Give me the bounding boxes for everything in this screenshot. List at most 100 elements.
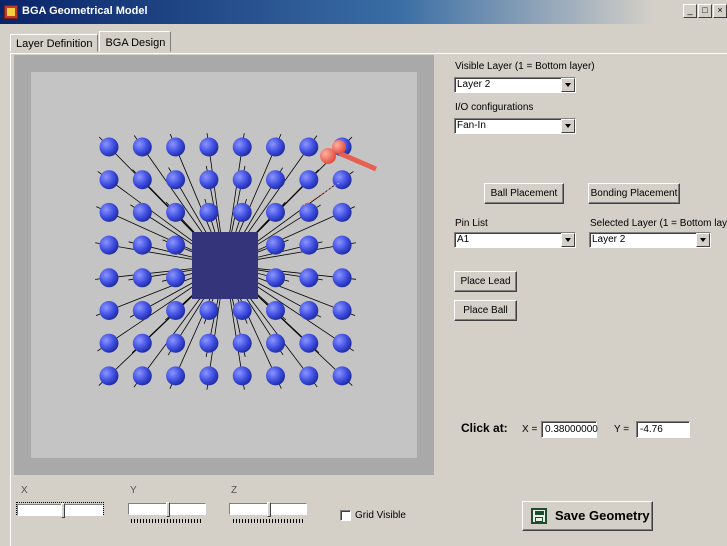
solder-ball[interactable] [199, 170, 219, 190]
y-slider-label: Y [130, 485, 137, 496]
click-y-label: Y = [614, 424, 630, 435]
solder-ball[interactable] [166, 301, 186, 320]
place-ball-button[interactable]: Place Ball [454, 300, 517, 321]
solder-ball[interactable] [99, 137, 119, 157]
solder-ball[interactable] [166, 202, 186, 222]
window-title: BGA Geometrical Model [22, 5, 148, 17]
solder-ball[interactable] [166, 333, 186, 353]
tab-strip: Layer Definition BGA Design [10, 31, 172, 53]
minimize-button[interactable]: _ [683, 4, 697, 18]
io-config-value: Fan-In [457, 120, 486, 131]
3d-viewport[interactable] [14, 55, 434, 475]
solder-ball[interactable] [332, 202, 352, 222]
tab-bga-design[interactable]: BGA Design [99, 31, 172, 52]
chevron-down-icon[interactable] [696, 233, 710, 247]
solder-ball[interactable] [266, 301, 285, 320]
solder-ball[interactable] [299, 235, 319, 255]
solder-ball[interactable] [266, 268, 285, 288]
x-slider[interactable] [16, 502, 104, 518]
visible-layer-select[interactable]: Layer 2 [454, 77, 576, 93]
solder-ball[interactable] [299, 170, 319, 190]
z-slider[interactable] [229, 502, 307, 517]
solder-ball[interactable] [266, 333, 285, 353]
solder-ball[interactable] [166, 268, 186, 288]
solder-ball[interactable] [99, 333, 119, 353]
solder-ball[interactable] [232, 202, 252, 222]
bonding-placement-button[interactable]: Bonding Placement [588, 183, 680, 204]
solder-ball[interactable] [132, 333, 152, 353]
save-geometry-label: Save Geometry [555, 508, 650, 523]
solder-ball[interactable] [232, 333, 252, 353]
click-y-field[interactable]: -4.76 [636, 421, 690, 438]
solder-ball[interactable] [299, 202, 319, 222]
solder-ball[interactable] [332, 268, 352, 288]
grid-visible-checkbox[interactable] [340, 510, 351, 521]
solder-ball[interactable] [132, 366, 152, 386]
solder-ball[interactable] [132, 235, 152, 255]
solder-ball[interactable] [332, 333, 352, 353]
solder-ball[interactable] [232, 366, 252, 386]
maximize-button[interactable]: □ [698, 4, 712, 18]
ball-placement-button[interactable]: Ball Placement [484, 183, 564, 204]
solder-ball[interactable] [199, 366, 219, 386]
solder-ball[interactable] [199, 301, 219, 320]
solder-ball[interactable] [299, 137, 319, 157]
bga-view[interactable] [14, 55, 434, 475]
solder-ball[interactable] [99, 202, 119, 222]
tab-layer-definition[interactable]: Layer Definition [10, 34, 99, 52]
y-slider-thumb[interactable] [166, 502, 170, 517]
solder-ball[interactable] [99, 301, 119, 320]
solder-ball[interactable] [232, 301, 252, 320]
solder-ball[interactable] [266, 170, 285, 190]
solder-ball[interactable] [232, 137, 252, 157]
solder-ball[interactable] [332, 366, 352, 386]
solder-ball[interactable] [132, 301, 152, 320]
selected-layer-select[interactable]: Layer 2 [589, 232, 711, 248]
z-slider-thumb[interactable] [267, 502, 271, 517]
solder-ball[interactable] [332, 235, 352, 255]
solder-ball[interactable] [166, 366, 186, 386]
solder-ball[interactable] [132, 170, 152, 190]
solder-ball[interactable] [299, 333, 319, 353]
solder-ball[interactable] [266, 366, 285, 386]
chevron-down-icon[interactable] [561, 119, 575, 133]
solder-ball[interactable] [266, 202, 285, 222]
floppy-disk-icon [531, 508, 547, 524]
click-x-field[interactable]: 0.38000000 [541, 421, 598, 438]
solder-ball[interactable] [299, 301, 319, 320]
solder-ball[interactable] [299, 366, 319, 386]
solder-ball[interactable] [332, 301, 352, 320]
solder-ball[interactable] [99, 170, 119, 190]
solder-ball[interactable] [132, 268, 152, 288]
x-slider-label: X [21, 485, 28, 496]
solder-ball[interactable] [199, 137, 219, 157]
pin-list-select[interactable]: A1 [454, 232, 576, 248]
solder-ball[interactable] [132, 202, 152, 222]
y-slider[interactable] [128, 502, 206, 517]
solder-ball[interactable] [132, 137, 152, 157]
solder-ball[interactable] [166, 137, 186, 157]
solder-ball[interactable] [99, 235, 119, 255]
solder-ball[interactable] [99, 268, 119, 288]
solder-ball[interactable] [99, 366, 119, 386]
x-slider-thumb[interactable] [61, 503, 65, 518]
solder-ball[interactable] [232, 170, 252, 190]
solder-ball[interactable] [332, 170, 352, 190]
save-geometry-button[interactable]: Save Geometry [522, 501, 653, 531]
solder-ball[interactable] [199, 202, 219, 222]
solder-ball[interactable] [266, 137, 285, 157]
chevron-down-icon[interactable] [561, 78, 575, 92]
solder-ball[interactable] [266, 235, 285, 255]
visible-layer-value: Layer 2 [457, 79, 491, 90]
place-lead-button[interactable]: Place Lead [454, 271, 517, 292]
pin-list-label: Pin List [455, 218, 488, 229]
solder-ball[interactable] [299, 268, 319, 288]
chevron-down-icon[interactable] [561, 233, 575, 247]
solder-ball[interactable] [199, 333, 219, 353]
solder-ball[interactable] [166, 235, 186, 255]
close-button[interactable]: × [713, 4, 727, 18]
solder-ball[interactable] [166, 170, 186, 190]
selected-ball-top [332, 140, 346, 154]
title-bar[interactable]: BGA Geometrical Model _ □ × [0, 0, 727, 24]
io-config-select[interactable]: Fan-In [454, 118, 576, 134]
